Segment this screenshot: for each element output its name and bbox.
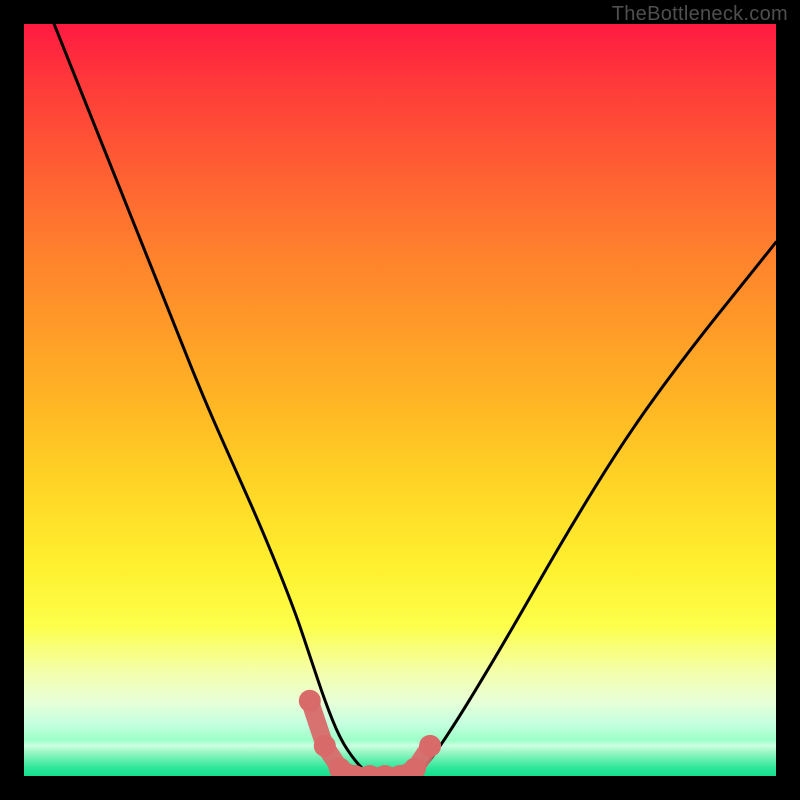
chart-frame: TheBottleneck.com	[0, 0, 800, 800]
valley-marker-dot	[299, 690, 321, 712]
valley-marker-dot	[314, 735, 336, 757]
chart-svg	[24, 24, 776, 776]
plot-area	[24, 24, 776, 776]
curve-path	[54, 24, 776, 776]
valley-marker-dot	[419, 735, 441, 757]
watermark-text: TheBottleneck.com	[612, 3, 788, 26]
valley-markers-group	[299, 690, 441, 776]
